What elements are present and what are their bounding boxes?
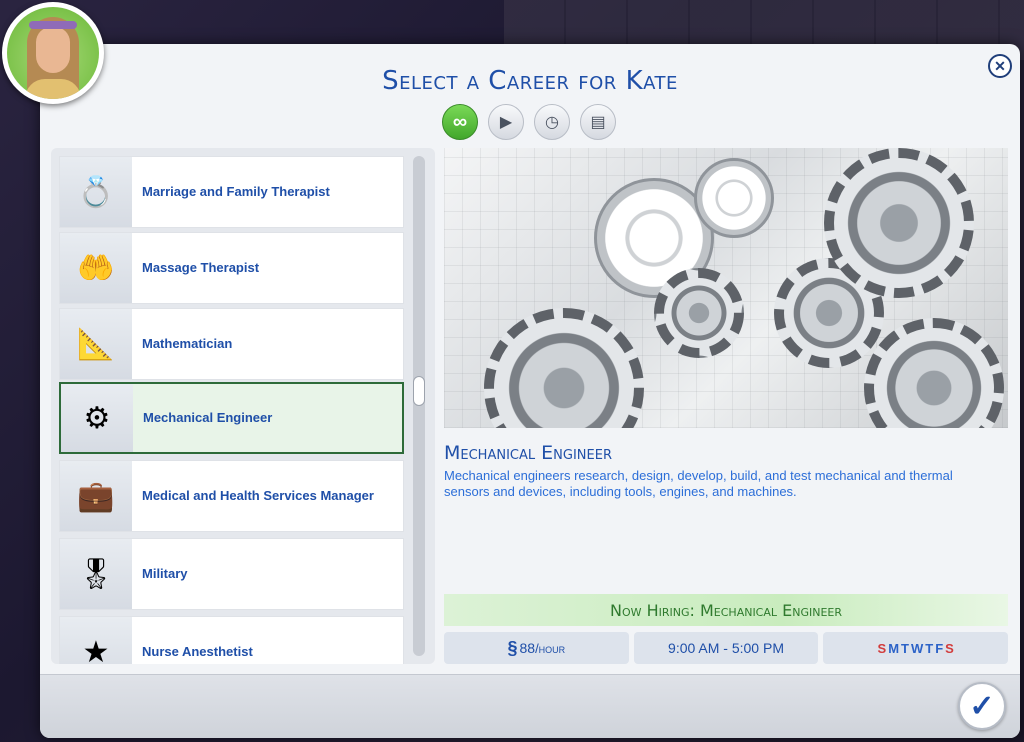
briefcase-clock-icon[interactable]: ◷ (534, 104, 570, 140)
chalkboard-icon: 📐 (60, 309, 132, 379)
career-label: Mechanical Engineer (133, 384, 402, 452)
simoleon-icon: § (507, 637, 518, 658)
list-scrollbar[interactable] (413, 156, 425, 656)
day-tue: T (901, 640, 909, 656)
hands-icon: 🤲 (60, 233, 132, 303)
career-item-mechanical-engineer[interactable]: ⚙ Mechanical Engineer (59, 382, 404, 454)
scroll-thumb[interactable] (413, 376, 425, 406)
pay-rate: § 88 /hour (444, 632, 629, 664)
day-mon: M (888, 640, 900, 656)
briefcase-play-icon[interactable]: ▶ (488, 104, 524, 140)
pay-unit: /hour (535, 640, 566, 656)
career-label: Marriage and Family Therapist (142, 184, 330, 199)
day-wed: W (910, 640, 924, 656)
career-list: 💍 Marriage and Family Therapist 🤲 Massag… (51, 148, 435, 664)
now-hiring-banner: Now Hiring: Mechanical Engineer (444, 594, 1008, 626)
checkmark-icon[interactable]: ✓ (958, 682, 1006, 730)
career-dialog: Select a Career for Kate ✕ ∞ ▶ ◷ ▤ 💍 Mar… (40, 44, 1020, 738)
chevron-rank-icon: 🎖 (60, 539, 132, 609)
career-image (444, 148, 1008, 428)
work-hours: 9:00 AM - 5:00 PM (633, 632, 819, 664)
day-sat: S (945, 640, 954, 656)
dialog-title: Select a Career for Kate (382, 66, 678, 96)
career-item-massage-therapist[interactable]: 🤲 Massage Therapist (59, 232, 404, 304)
sim-avatar (2, 2, 104, 104)
career-item-medical-health-services-manager[interactable]: 💼 Medical and Health Services Manager (59, 460, 404, 532)
career-label: Medical and Health Services Manager (142, 488, 374, 503)
career-item-marriage-family-therapist[interactable]: 💍 Marriage and Family Therapist (59, 156, 404, 228)
day-sun: S (877, 640, 887, 656)
career-item-mathematician[interactable]: 📐 Mathematician (59, 308, 404, 380)
career-label: Mathematician (142, 336, 233, 351)
career-item-nurse-anesthetist[interactable]: ★ Nurse Anesthetist (59, 616, 404, 664)
day-thu: T (925, 640, 934, 656)
close-icon[interactable]: ✕ (988, 54, 1012, 78)
briefcase-icon: 💼 (60, 461, 132, 531)
career-item-military[interactable]: 🎖 Military (59, 538, 404, 610)
work-days: S M T W T F S (823, 632, 1009, 664)
rings-icon: 💍 (60, 157, 132, 227)
detail-title: Mechanical Engineer (444, 442, 612, 464)
career-label: Massage Therapist (142, 260, 260, 275)
career-label: Military (142, 566, 188, 581)
infinity-icon[interactable]: ∞ (442, 104, 478, 140)
career-filter-bar: ∞ ▶ ◷ ▤ (442, 104, 616, 140)
briefcase-stack-icon[interactable]: ▤ (580, 104, 616, 140)
dialog-footer: ✓ (40, 674, 1020, 738)
star-icon: ★ (60, 617, 132, 664)
pay-amount: 88 (519, 640, 536, 656)
gears-icon: ⚙ (61, 384, 133, 452)
day-fri: F (935, 640, 944, 656)
job-info-row: § 88 /hour 9:00 AM - 5:00 PM S M T W T F… (444, 632, 1009, 664)
detail-description: Mechanical engineers research, design, d… (444, 468, 953, 499)
career-label: Nurse Anesthetist (142, 644, 253, 659)
